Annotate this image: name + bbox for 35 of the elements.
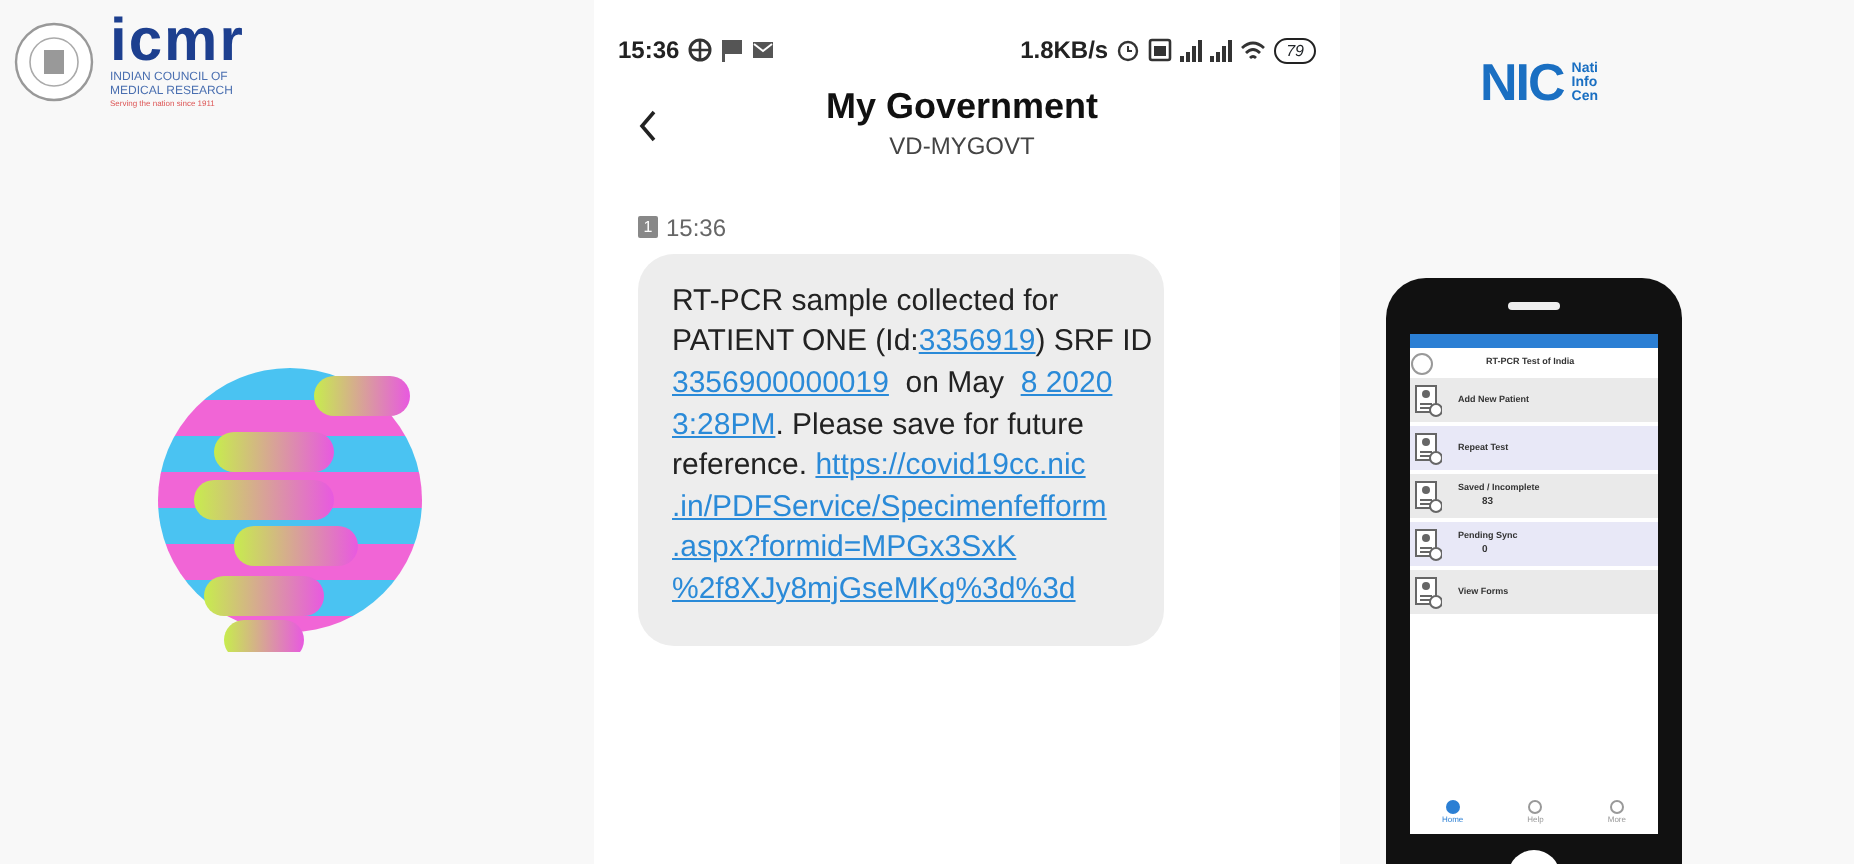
signal-icon bbox=[1180, 39, 1203, 61]
back-icon[interactable] bbox=[638, 109, 658, 142]
battery-level: 79 bbox=[1274, 37, 1316, 63]
message-link[interactable]: 3:28PM bbox=[672, 407, 776, 442]
logo-wordmark: NIC bbox=[1480, 56, 1564, 108]
message-link[interactable]: 3356919 bbox=[918, 324, 1036, 359]
document-icon bbox=[1414, 431, 1442, 465]
contact-number: VD-MYGOVT bbox=[889, 129, 1035, 164]
message-text: RT-PCR sample collected for PATIENT ONE (Id:3356919) SRF ID 3356900000019 on May 8 2020 3:28PM. Please save for future reference. https://covid19cc.nic .in/PDFService/Specimenfefform .aspx?formid=MPGx3SxK %2f8XJy8mjGseMKg%3d%3d bbox=[672, 281, 1153, 610]
message-link[interactable]: .in/PDFService/Specimenfefform bbox=[672, 489, 1107, 524]
status-time: 15:36 bbox=[618, 34, 680, 68]
contact-name: My Government bbox=[826, 88, 1099, 128]
wifi-icon bbox=[1240, 39, 1267, 61]
document-icon bbox=[1414, 479, 1442, 513]
sim-badge: 1 bbox=[638, 216, 658, 239]
signal-icon bbox=[1210, 39, 1233, 61]
flag-icon bbox=[719, 38, 744, 62]
alarm-icon bbox=[1116, 38, 1141, 62]
globe-icon bbox=[687, 38, 712, 62]
message-link[interactable]: %2f8XJy8mjGseMKg%3d%3d bbox=[672, 571, 1076, 606]
emblem-icon bbox=[14, 19, 94, 104]
message-link[interactable]: https://covid19cc.nic bbox=[815, 448, 1086, 483]
emblem-icon bbox=[1410, 351, 1434, 375]
document-icon bbox=[1414, 383, 1442, 417]
sim-icon bbox=[1148, 38, 1173, 62]
message-time: 15:36 bbox=[666, 211, 727, 246]
network-speed: 1.8KB/s bbox=[1020, 34, 1109, 68]
document-icon bbox=[1414, 575, 1442, 609]
message-link[interactable]: 8 2020 bbox=[1020, 365, 1113, 400]
logo-wordmark: icmr bbox=[110, 12, 245, 72]
mail-icon bbox=[751, 40, 774, 60]
speaker-slot bbox=[1508, 302, 1560, 310]
message-link[interactable]: .aspx?formid=MPGx3SxK bbox=[672, 530, 1017, 565]
document-icon bbox=[1414, 527, 1442, 561]
message-link[interactable]: 3356900000019 bbox=[672, 365, 889, 400]
